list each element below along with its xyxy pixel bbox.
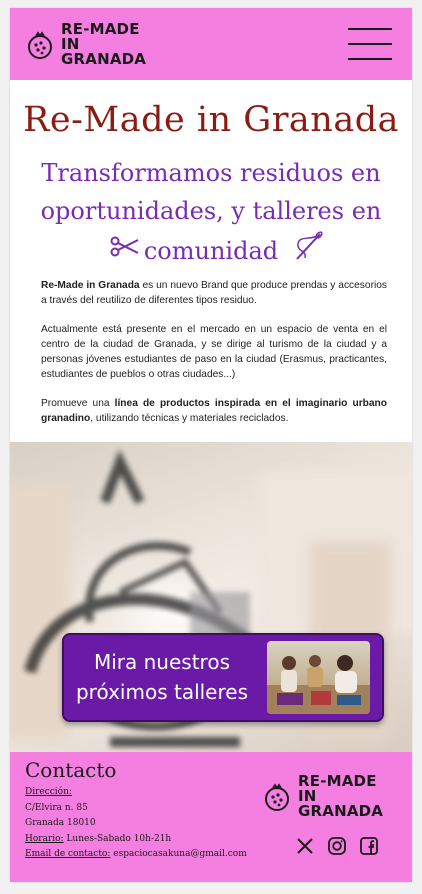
needle-thread-icon: [296, 231, 323, 260]
x-icon[interactable]: [295, 836, 315, 856]
hours-label: Horario:: [25, 833, 64, 844]
pomegranate-logo-icon: [28, 30, 52, 59]
intro-text: Re-Made in Granada es un nuevo Brand que…: [41, 278, 387, 440]
workshop-people-illustration: [267, 655, 370, 714]
footer-logo[interactable]: RE-MADE IN GRANADA: [262, 774, 383, 819]
hours-value: Lunes-Sabado 10h-21h: [63, 833, 172, 844]
logo-line-3: GRANADA: [61, 50, 147, 68]
intro-paragraph-2: Actualmente está presente en el mercado …: [41, 324, 387, 380]
facebook-icon[interactable]: [359, 836, 379, 856]
email-label: Email de contacto:: [25, 849, 111, 859]
logo-wordmark: RE-MADE IN GRANADA: [61, 22, 146, 67]
site-header: RE-MADE IN GRANADA: [10, 8, 412, 80]
email-link[interactable]: espaciocasakuna@gmail.com: [110, 849, 247, 859]
cta-line-1: Mira nuestros: [93, 650, 230, 674]
page-frame: RE-MADE IN GRANADA Re-Made in Granada Tr…: [10, 8, 412, 882]
subtitle-line-1: Transformamos residuos en: [41, 159, 381, 187]
hamburger-menu-icon[interactable]: [348, 28, 392, 60]
footer-logo-line-3: GRANADA: [298, 802, 384, 820]
contact-heading: Contacto: [25, 758, 117, 782]
address-line-2: Granada 18010: [25, 818, 96, 828]
subtitle-line-3: comunidad: [143, 237, 279, 265]
workshop-photo-thumbnail: [267, 641, 370, 714]
pomegranate-logo-icon: [265, 782, 289, 811]
subtitle-line-2: oportunidades, y talleres en: [40, 197, 382, 225]
cta-line-2: próximos talleres: [75, 680, 248, 704]
footer-logo-wordmark: RE-MADE IN GRANADA: [298, 774, 383, 819]
cta-label: Mira nuestros próximos talleres: [72, 647, 252, 707]
instagram-icon[interactable]: [327, 836, 347, 856]
address-label: Dirección:: [25, 787, 72, 797]
address-line-1: C/Elvira n. 85: [25, 802, 88, 813]
header-logo[interactable]: RE-MADE IN GRANADA: [25, 22, 146, 67]
contact-details: Dirección: C/Elvira n. 85 Granada 18010 …: [25, 785, 247, 863]
site-footer: Contacto Dirección: C/Elvira n. 85 Grana…: [10, 752, 412, 882]
page-title: Re-Made in Granada: [23, 100, 399, 140]
intro-paragraph-1: Re-Made in Granada es un nuevo Brand que…: [41, 280, 387, 306]
intro-paragraph-3: Promueve una línea de productos inspirad…: [41, 398, 387, 424]
scissors-icon: [110, 236, 139, 257]
workshops-cta-button[interactable]: Mira nuestros próximos talleres: [62, 633, 384, 722]
